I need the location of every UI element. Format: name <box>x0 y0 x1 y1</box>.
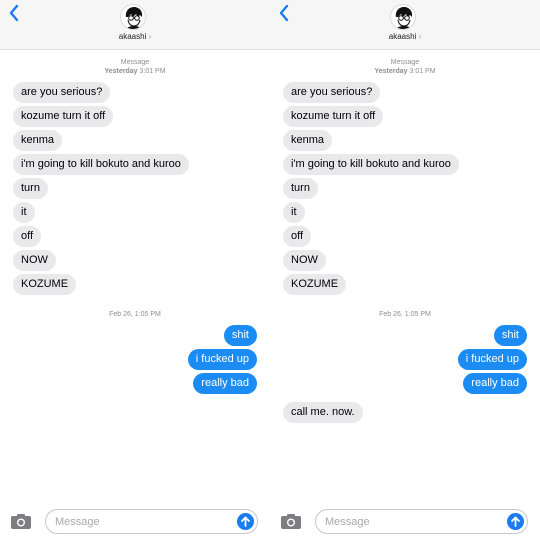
thread-meta: Message Yesterday 3:01 PM <box>270 58 540 76</box>
message-bubble-incoming[interactable]: kozume turn it off <box>283 106 384 127</box>
message-bubble-incoming[interactable]: turn <box>283 178 318 199</box>
message-bubble-incoming[interactable]: off <box>283 226 312 247</box>
service-label: Message <box>120 59 150 66</box>
timestamp: Feb 26, 1:05 PM <box>109 311 161 318</box>
meta-day: Yesterday <box>104 68 138 75</box>
message-bubble-incoming[interactable]: it <box>283 202 305 223</box>
message-bubble-incoming[interactable]: i'm going to kill bokuto and kuroo <box>283 154 459 175</box>
message-bubble-incoming[interactable]: NOW <box>283 250 326 271</box>
arrow-up-icon <box>241 516 250 527</box>
message-bubble-incoming[interactable]: are you serious? <box>283 82 381 103</box>
contact-avatar[interactable] <box>390 4 416 30</box>
message-bubble-outgoing[interactable]: i fucked up <box>457 349 527 370</box>
chevron-right-icon: › <box>148 32 152 41</box>
nav-header: akaashi › <box>270 0 540 50</box>
message-composer <box>0 506 270 536</box>
message-field[interactable] <box>315 509 528 534</box>
message-bubble-outgoing[interactable]: really bad <box>193 373 257 394</box>
conversation-screen-left: akaashi › Message Yesterday 3:01 PM are … <box>0 0 270 540</box>
message-bubble-outgoing[interactable]: shit <box>223 325 257 346</box>
message-bubble-incoming[interactable]: NOW <box>13 250 56 271</box>
meta-time: 3:01 PM <box>409 68 436 75</box>
message-bubble-incoming[interactable]: turn <box>13 178 48 199</box>
nav-header: akaashi › <box>0 0 270 50</box>
send-button[interactable] <box>507 513 524 530</box>
camera-icon[interactable] <box>11 514 31 529</box>
contact-name[interactable]: akaashi › <box>270 32 540 41</box>
arrow-up-icon <box>511 516 520 527</box>
message-bubble-outgoing[interactable]: shit <box>493 325 527 346</box>
message-bubble-incoming[interactable]: call me. now. <box>283 402 363 423</box>
timestamp: Feb 26, 1:05 PM <box>379 311 431 318</box>
message-bubble-incoming[interactable]: KOZUME <box>13 274 77 295</box>
message-bubble-incoming[interactable]: kozume turn it off <box>13 106 114 127</box>
contact-avatar[interactable] <box>120 4 146 30</box>
message-bubble-incoming[interactable]: KOZUME <box>283 274 347 295</box>
meta-day: Yesterday <box>374 68 408 75</box>
message-input[interactable] <box>55 510 235 533</box>
send-button[interactable] <box>237 513 254 530</box>
chevron-left-icon[interactable] <box>7 2 21 24</box>
camera-icon[interactable] <box>281 514 301 529</box>
chevron-right-icon: › <box>418 32 422 41</box>
message-bubble-outgoing[interactable]: really bad <box>463 373 527 394</box>
message-bubble-incoming[interactable]: off <box>13 226 42 247</box>
message-bubble-incoming[interactable]: are you serious? <box>13 82 111 103</box>
message-bubble-incoming[interactable]: it <box>13 202 35 223</box>
message-bubble-incoming[interactable]: kenma <box>283 130 333 151</box>
thread-meta: Message Yesterday 3:01 PM <box>0 58 270 76</box>
message-composer <box>270 506 540 536</box>
meta-time: 3:01 PM <box>139 68 166 75</box>
message-bubble-incoming[interactable]: i'm going to kill bokuto and kuroo <box>13 154 189 175</box>
message-bubble-incoming[interactable]: kenma <box>13 130 63 151</box>
message-field[interactable] <box>45 509 258 534</box>
message-input[interactable] <box>325 510 505 533</box>
conversation-screen-right: akaashi › Message Yesterday 3:01 PM are … <box>270 0 540 540</box>
service-label: Message <box>390 59 420 66</box>
message-bubble-outgoing[interactable]: i fucked up <box>187 349 257 370</box>
chevron-left-icon[interactable] <box>277 2 291 24</box>
contact-name[interactable]: akaashi › <box>0 32 270 41</box>
